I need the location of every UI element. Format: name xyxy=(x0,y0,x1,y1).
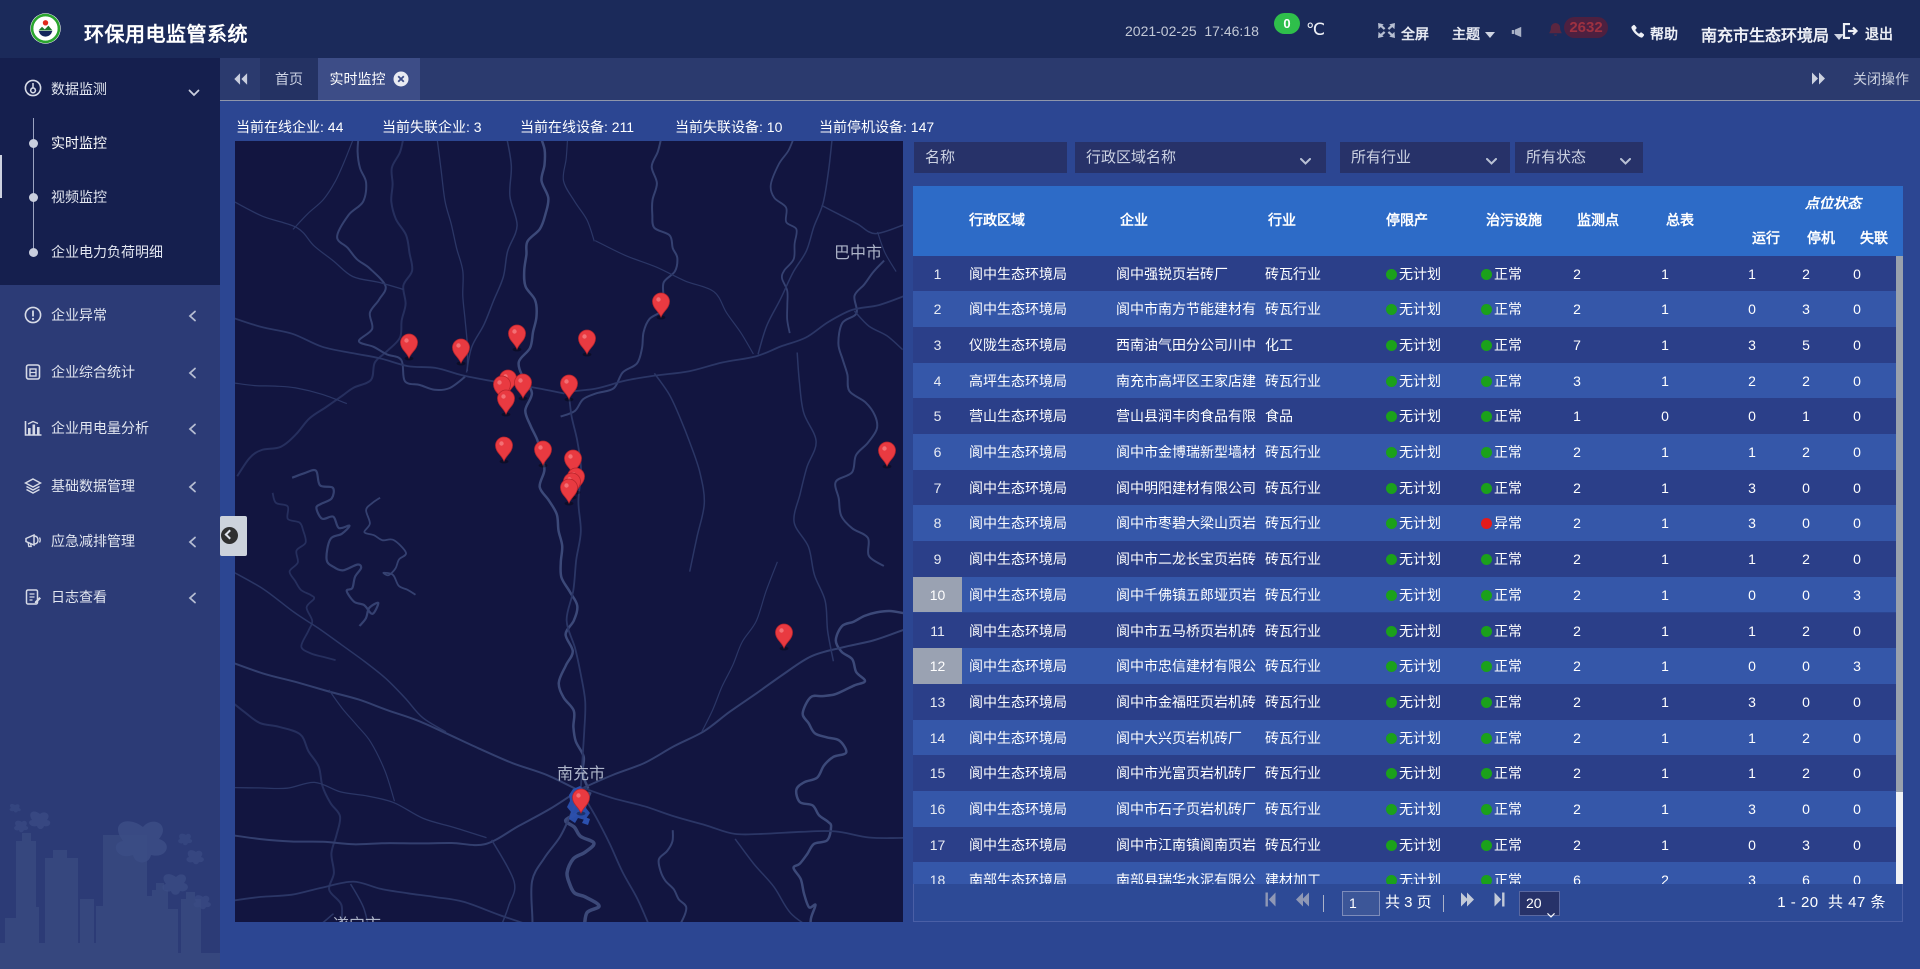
svg-text:南充市: 南充市 xyxy=(557,765,605,783)
svg-text:巴中市: 巴中市 xyxy=(834,244,882,262)
